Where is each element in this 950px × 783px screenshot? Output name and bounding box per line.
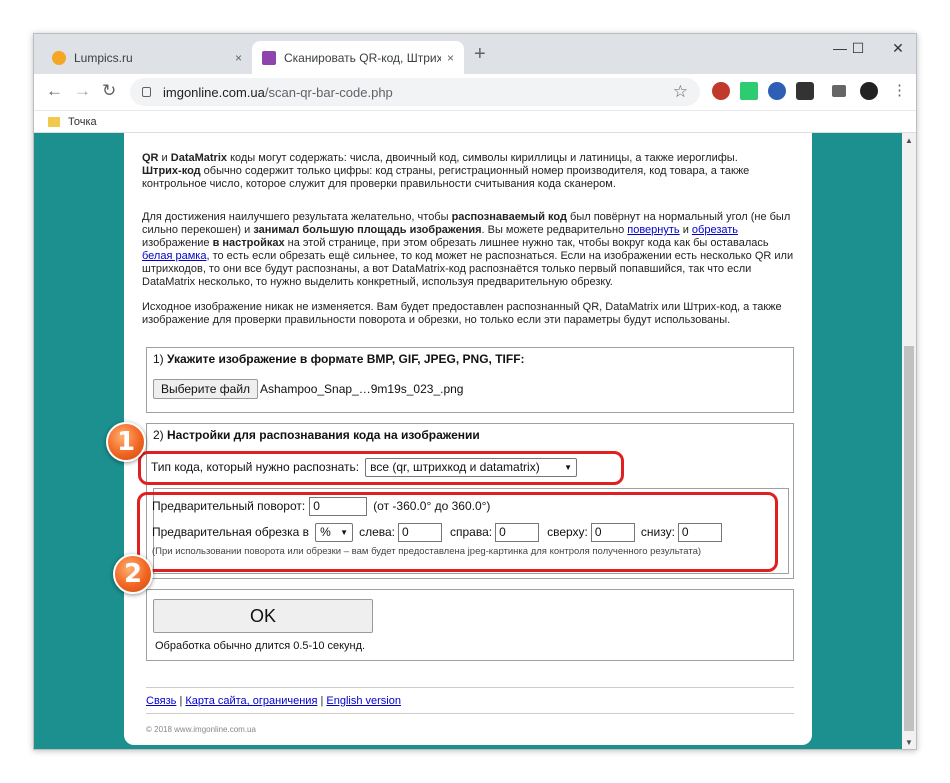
vertical-scrollbar[interactable]: ▲ ▼	[902, 133, 916, 749]
package-extension-icon[interactable]	[796, 82, 814, 100]
intro-text-2: коды могут содержать: числа, двоичный ко…	[227, 152, 738, 164]
footer-link-sitemap[interactable]: Карта сайта, ограничения	[185, 695, 317, 707]
advice-t3: . Вы можете редварительно	[481, 224, 628, 236]
tab-strip: Lumpics.ru × Сканировать QR-код, Штрих-к…	[34, 34, 916, 74]
bookmark-tochka[interactable]: Точка	[68, 116, 97, 128]
intro-text-1: и	[158, 152, 171, 164]
close-window-icon[interactable]: ✕	[878, 34, 916, 62]
advice-t4: и	[679, 224, 692, 236]
tab-title: Lumpics.ru	[74, 50, 133, 65]
submit-section: OK Обработка обычно длится 0.5-10 секунд…	[146, 589, 794, 661]
selected-filename: Ashampoo_Snap_…9m19s_023_.png	[260, 382, 464, 396]
browser-window: Lumpics.ru × Сканировать QR-код, Штрих-к…	[33, 33, 917, 750]
advice-text: Для достижения наилучшего результата жел…	[142, 211, 794, 289]
tab-title: Сканировать QR-код, Штрих-ко	[284, 50, 441, 65]
advice-t1: Для достижения наилучшего результата жел…	[142, 211, 452, 223]
lumpics-favicon-icon	[52, 50, 66, 65]
avatar[interactable]	[860, 82, 878, 100]
menu-icon[interactable]: ⋮	[892, 81, 907, 99]
address-bar[interactable]: imgonline.com.ua/scan-qr-bar-code.php ☆	[130, 78, 700, 106]
footer-link-contact[interactable]: Связь	[146, 695, 176, 707]
advice-t6: на этой странице, при этом обрезать лишн…	[284, 237, 769, 249]
page-body: QR и DataMatrix коды могут содержать: чи…	[124, 133, 812, 745]
intro-barcode: Штрих-код	[142, 165, 201, 177]
advice-t5: изображение	[142, 237, 213, 249]
maximize-icon[interactable]: ☐	[838, 34, 878, 62]
scroll-up-icon[interactable]: ▲	[902, 133, 916, 147]
step-badge-1: 1	[106, 422, 146, 462]
forward-icon[interactable]: →	[74, 81, 91, 101]
page-viewport: QR и DataMatrix коды могут содержать: чи…	[34, 133, 916, 749]
step1-section: 1) Укажите изображение в формате BMP, GI…	[146, 347, 794, 413]
scrollbar-thumb[interactable]	[904, 346, 914, 731]
bookmarks-bar: Точка	[34, 111, 916, 133]
tab-close-icon[interactable]: ×	[235, 51, 242, 65]
step2-title-text: Настройки для распознавания кода на изоб…	[167, 428, 480, 442]
white-frame-link[interactable]: белая рамка	[142, 250, 206, 262]
footer-divider-2	[146, 713, 794, 714]
browser-toolbar: ← → ↻ imgonline.com.ua/scan-qr-bar-code.…	[34, 74, 916, 111]
step2-title: 2) Настройки для распознавания кода на и…	[153, 429, 480, 442]
playlist-icon[interactable]	[832, 85, 846, 97]
tab-imgonline[interactable]: Сканировать QR-код, Штрих-ко ×	[252, 41, 464, 74]
checkmark-extension-icon[interactable]	[740, 82, 758, 100]
lock-icon	[142, 87, 151, 97]
source-note: Исходное изображение никак не изменяется…	[142, 301, 782, 326]
footer-link-english[interactable]: English version	[326, 695, 401, 707]
star-icon[interactable]: ☆	[673, 82, 688, 102]
intro-text: QR и DataMatrix коды могут содержать: чи…	[142, 152, 794, 191]
folder-icon	[48, 116, 60, 127]
jpg-favicon-icon	[262, 50, 276, 65]
crop-link[interactable]: обрезать	[692, 224, 738, 236]
step1-number: 1)	[153, 352, 168, 366]
extension-icon[interactable]	[712, 82, 730, 100]
intro-qr: QR	[142, 152, 159, 164]
step2-number: 2)	[153, 428, 168, 442]
copyright: © 2018 www.imgonline.com.ua	[146, 725, 256, 734]
back-icon[interactable]: ←	[46, 81, 63, 101]
tab-lumpics[interactable]: Lumpics.ru ×	[42, 41, 252, 74]
intro-datamatrix: DataMatrix	[170, 152, 228, 164]
advice-b2: занимал большую площадь изображения	[253, 224, 482, 236]
rotate-link[interactable]: повернуть	[627, 224, 679, 236]
advice-b1: распознаваемый код	[451, 211, 567, 223]
footer-divider	[146, 687, 794, 688]
url-host: imgonline.com.ua	[163, 84, 265, 100]
step1-title-text: Укажите изображение в формате BMP, GIF, …	[167, 352, 525, 366]
ok-button[interactable]: OK	[153, 599, 373, 633]
step-badge-2: 2	[113, 554, 153, 594]
reload-icon[interactable]: ↻	[102, 81, 116, 101]
intro-text-3: обычно содержит только цифры: код страны…	[142, 165, 750, 190]
step1-title: 1) Укажите изображение в формате BMP, GI…	[153, 353, 525, 366]
url-path: /scan-qr-bar-code.php	[264, 84, 393, 100]
highlight-preprocess	[137, 492, 778, 572]
footer-links: Связь | Карта сайта, ограничения | Engli…	[146, 695, 401, 708]
advice-b3: в настройках	[212, 237, 285, 249]
globe-extension-icon[interactable]	[768, 82, 786, 100]
choose-file-button[interactable]: Выберите файл	[153, 379, 259, 399]
advice-t7: , то есть если обрезать ещё сильнее, то …	[142, 250, 794, 288]
new-tab-button[interactable]: +	[474, 43, 486, 66]
highlight-code-type	[138, 451, 624, 485]
scroll-down-icon[interactable]: ▼	[902, 735, 916, 749]
processing-note: Обработка обычно длится 0.5-10 секунд.	[155, 640, 366, 652]
tab-close-icon[interactable]: ×	[447, 51, 454, 65]
